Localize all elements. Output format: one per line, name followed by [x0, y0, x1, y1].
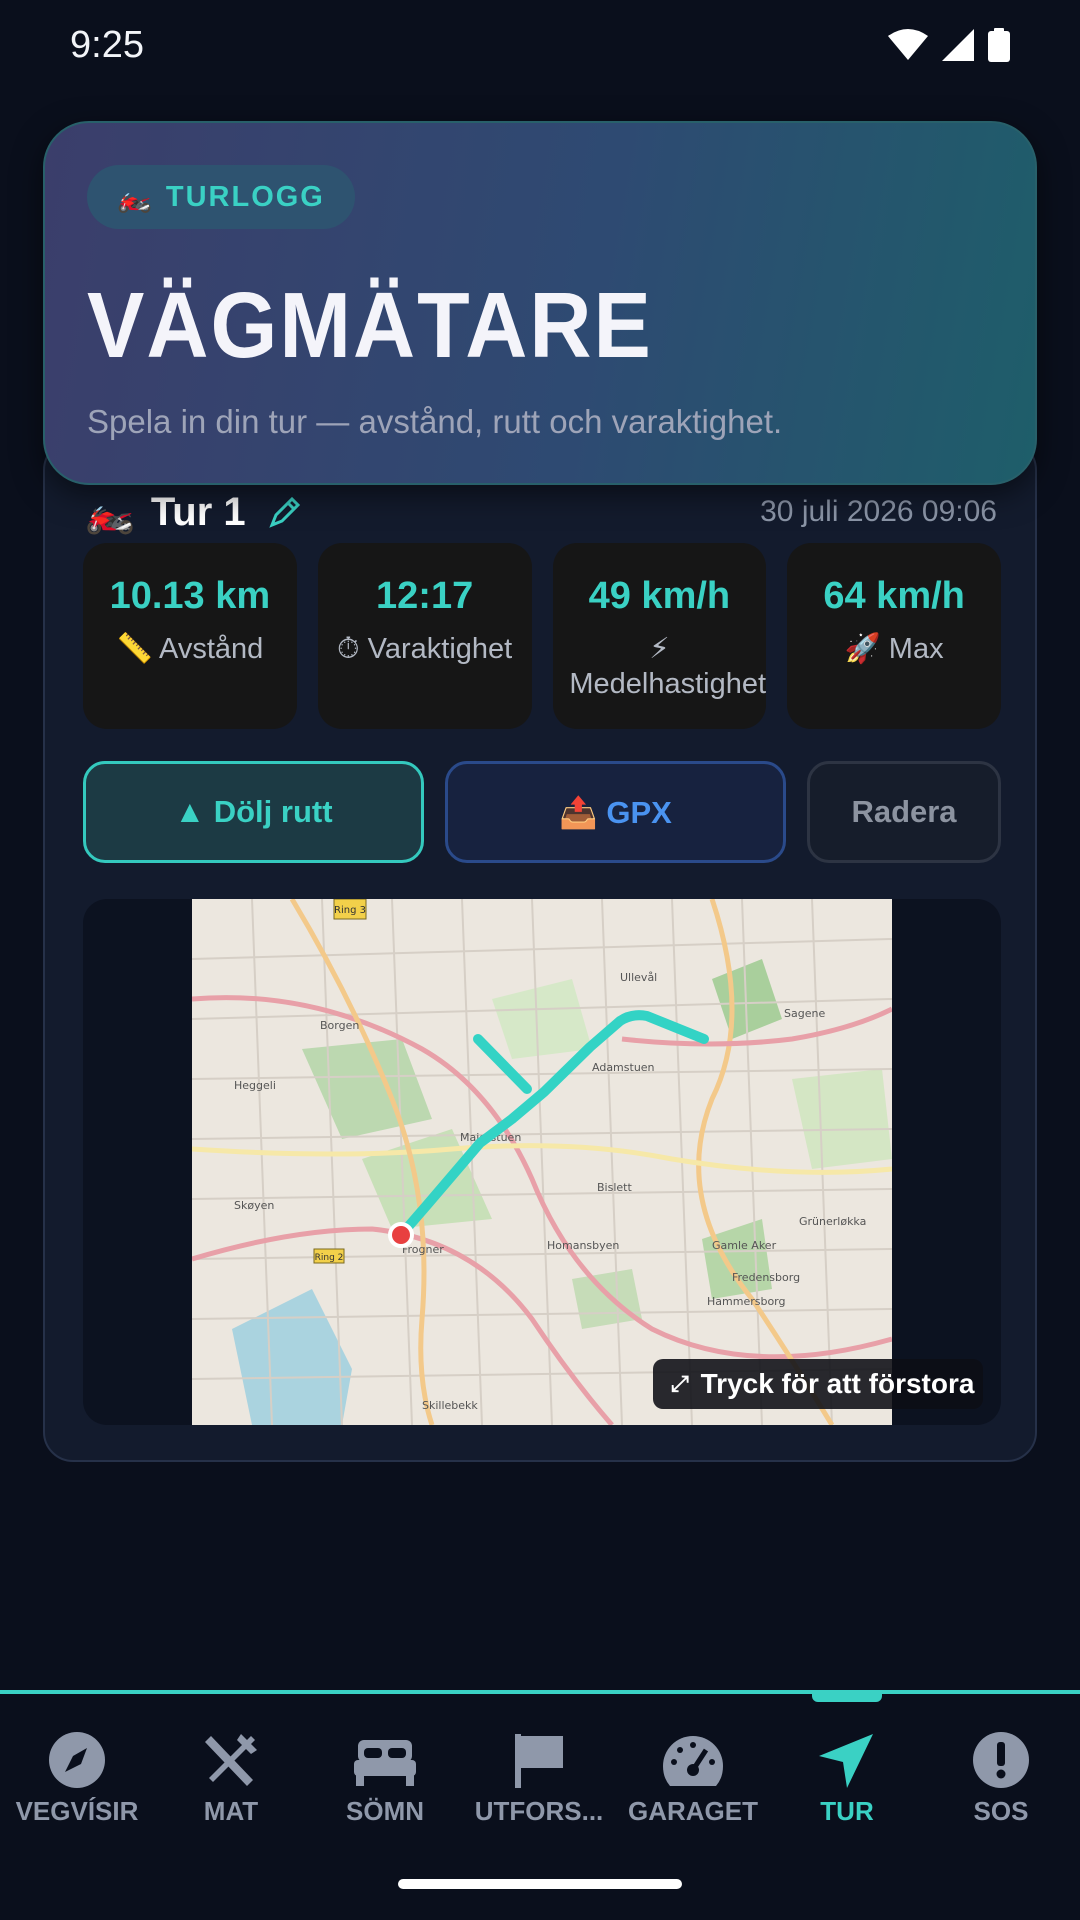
expand-icon: ⤢ [671, 1371, 689, 1396]
trip-header: 🏍️ Tur 1 30 juli 2026 09:06 [85, 482, 997, 542]
stat-distance: 10.13 km 📏 Avstånd [83, 543, 297, 729]
delete-trip-button[interactable]: Radera [807, 761, 1001, 863]
motorcycle-icon: 🏍️ [85, 490, 135, 535]
battery-icon [988, 28, 1010, 62]
stat-max-speed: 64 km/h 🚀 Max [787, 543, 1001, 729]
wifi-icon [888, 29, 928, 60]
home-indicator[interactable] [398, 1879, 682, 1889]
nav-item-utforska[interactable]: UTFORS... [462, 1730, 616, 1827]
header-card: 🏍️ TURLOGG VÄGMÄTARE Spela in din tur — … [43, 121, 1037, 485]
nav-item-vegvisir[interactable]: VEGVÍSIR [0, 1730, 154, 1827]
stat-label: 📏 Avstånd [116, 633, 264, 665]
map-label: Sagene [784, 1007, 825, 1020]
alert-icon [973, 1732, 1029, 1788]
turlogg-chip: 🏍️ TURLOGG [87, 165, 355, 229]
map-label: Ring 2 [315, 1253, 344, 1263]
map-label: Bislett [597, 1181, 632, 1194]
edit-pencil-icon[interactable] [268, 495, 302, 529]
trip-actions: ▲ Dölj rutt 📤 GPX Radera [83, 761, 1001, 863]
nav-item-tur[interactable]: TUR [770, 1730, 924, 1827]
stat-label: ⚡ Medelhastighet [569, 633, 767, 700]
map-label: Adamstuen [592, 1061, 655, 1074]
compass-icon [49, 1732, 105, 1788]
trip-title: Tur 1 [150, 489, 246, 534]
map-label: Grünerløkka [799, 1215, 866, 1228]
stat-average-speed: 49 km/h ⚡ Medelhastighet [552, 543, 767, 729]
route-map[interactable]: Ring 3 Ring 2 Borgen Heggeli Skøyen Majo… [83, 899, 1001, 1425]
nav-label: SOS [973, 1796, 1029, 1826]
map-label: Ring 3 [334, 905, 366, 916]
bed-icon [354, 1740, 416, 1786]
map-label: Fredensborg [732, 1271, 800, 1284]
nav-label: MAT [203, 1796, 259, 1826]
trip-card: 🏍️ Tur 1 30 juli 2026 09:06 10.13 km 📏 A… [43, 440, 1037, 1462]
map-label: Homansbyen [547, 1239, 619, 1252]
nav-item-somn[interactable]: SÖMN [308, 1730, 462, 1827]
status-icons [888, 28, 1010, 62]
trip-date: 30 juli 2026 09:06 [760, 495, 997, 528]
flag-icon [515, 1734, 563, 1788]
map-image: Ring 3 Ring 2 Borgen Heggeli Skøyen Majo… [192, 899, 892, 1425]
enlarge-map-hint[interactable]: ⤢ Tryck för att förstora [653, 1359, 983, 1409]
hide-route-button[interactable]: ▲ Dölj rutt [83, 761, 424, 863]
stat-value: 49 km/h [588, 575, 731, 617]
nav-label: VEGVÍSIR [15, 1796, 139, 1826]
chip-label: TURLOGG [165, 180, 325, 213]
active-tab-indicator [812, 1694, 882, 1702]
status-time: 9:25 [70, 24, 144, 66]
nav-label: TUR [820, 1796, 874, 1826]
stat-value: 12:17 [376, 575, 474, 617]
nav-item-mat[interactable]: MAT [154, 1730, 308, 1827]
map-label: Skøyen [234, 1199, 274, 1212]
nav-item-sos[interactable]: SOS [924, 1730, 1078, 1827]
navigation-arrow-icon [819, 1734, 873, 1788]
nav-label: SÖMN [346, 1796, 424, 1826]
start-marker [388, 1222, 414, 1248]
motorcycle-icon: 🏍️ [117, 181, 152, 213]
map-label: Heggeli [234, 1079, 276, 1092]
enlarge-map-label: Tryck för att förstora [700, 1368, 975, 1399]
signal-icon [942, 29, 974, 61]
stat-value: 64 km/h [823, 575, 965, 617]
page-subtitle: Spela in din tur — avstånd, rutt och var… [87, 403, 783, 440]
stat-duration: 12:17 ⏱ Varaktighet [317, 543, 532, 729]
nav-label: UTFORS... [474, 1796, 604, 1826]
map-label: Ullevål [620, 971, 657, 984]
page-title: VÄGMÄTARE [87, 274, 653, 378]
map-label: Skillebekk [422, 1399, 478, 1412]
export-gpx-button[interactable]: 📤 GPX [445, 761, 786, 863]
stat-value: 10.13 km [109, 575, 271, 617]
gauge-icon [663, 1736, 723, 1786]
utensils-icon [205, 1734, 257, 1786]
nav-item-garaget[interactable]: GARAGET [616, 1730, 770, 1827]
map-label: Borgen [320, 1019, 359, 1032]
nav-label: GARAGET [628, 1796, 758, 1826]
status-bar: 9:25 [0, 0, 1080, 92]
stat-label: 🚀 Max [844, 633, 944, 665]
map-label: Hammersborg [707, 1295, 786, 1308]
stat-label: ⏱ Varaktighet [337, 633, 513, 665]
trip-stats: 10.13 km 📏 Avstånd 12:17 ⏱ Varaktighet 4… [83, 543, 1001, 729]
map-label: Gamle Aker [712, 1239, 777, 1252]
